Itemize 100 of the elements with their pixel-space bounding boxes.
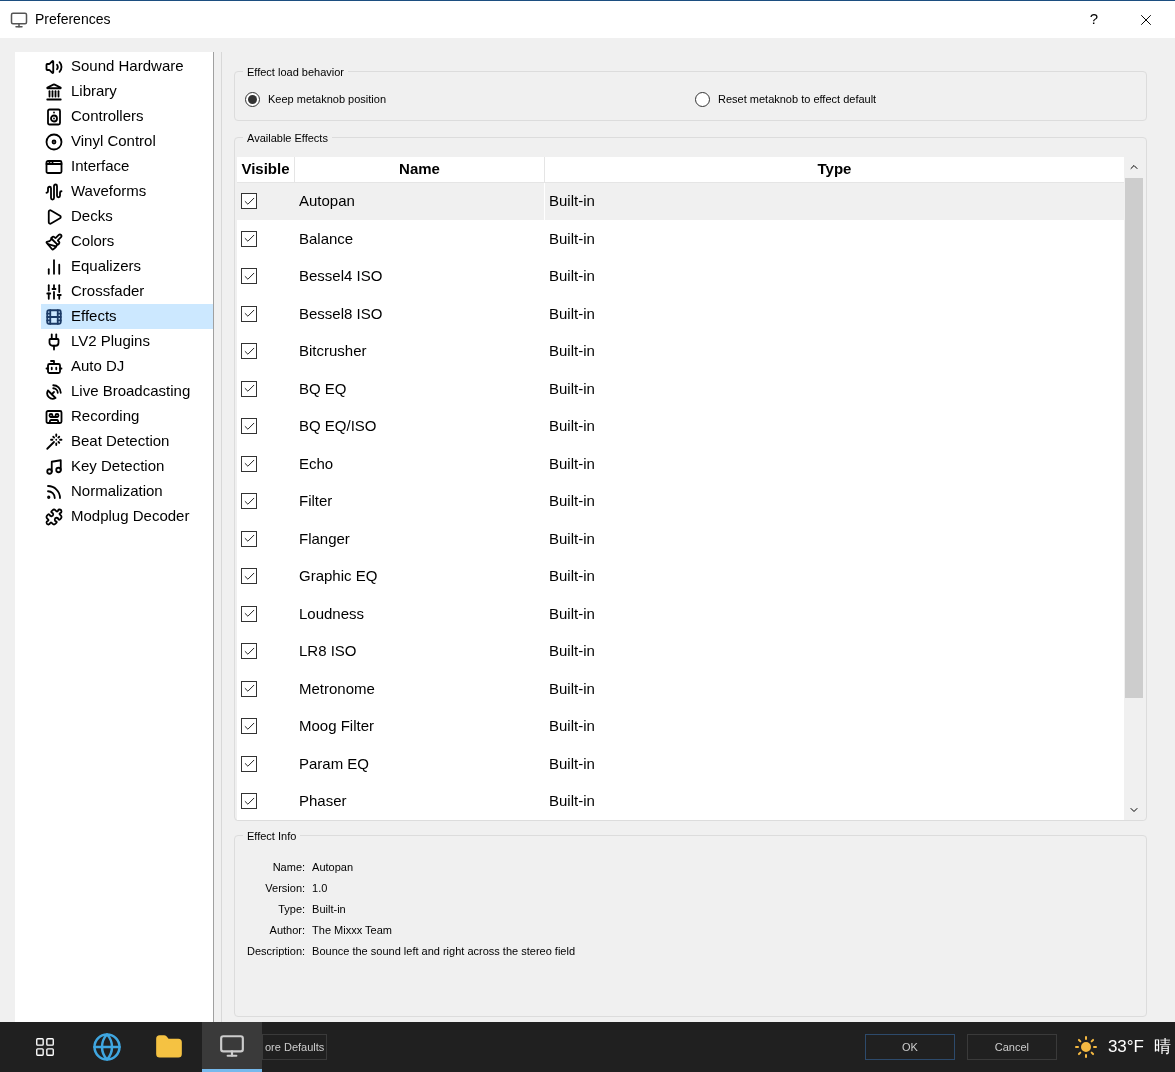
info-label: Version: (264, 881, 306, 896)
info-value: Built-in (312, 902, 347, 917)
table-cell-text: Flanger (298, 528, 351, 549)
puzzle-icon (45, 507, 63, 526)
sidebar-item[interactable]: Modplug Decoder (41, 504, 213, 529)
sidebar-item[interactable]: Live Broadcasting (41, 379, 213, 404)
checkbox[interactable] (241, 343, 257, 360)
window-icon (45, 157, 63, 176)
sidebar-item[interactable]: Controllers (41, 104, 213, 129)
table-cell-text: Metronome (298, 678, 376, 699)
ok-button[interactable]: OK (864, 1034, 955, 1060)
help-button[interactable]: ? (1071, 0, 1117, 39)
checkbox[interactable] (241, 380, 257, 397)
sidebar-label: Waveforms (71, 181, 147, 202)
restore-defaults-button[interactable]: ore Defaults (262, 1034, 328, 1060)
table-row[interactable]: BQ EQ Built-in (237, 370, 1124, 408)
info-label: Name: (271, 860, 306, 875)
taskbar-app-button[interactable] (202, 1022, 262, 1072)
sidebar-item[interactable]: Library (41, 79, 213, 104)
table-row[interactable]: Phaser Built-in (237, 782, 1124, 820)
table-row[interactable]: Graphic EQ Built-in (237, 557, 1124, 595)
sidebar-item[interactable]: LV2 Plugins (41, 329, 213, 354)
sidebar-item[interactable]: Colors (41, 229, 213, 254)
sidebar-item[interactable]: Sound Hardware (41, 54, 213, 79)
checkbox[interactable] (241, 230, 257, 247)
table-cell-text: Built-in (548, 378, 595, 399)
sidebar-item[interactable]: Beat Detection (41, 429, 213, 454)
checkbox[interactable] (241, 493, 257, 510)
cancel-button[interactable]: Cancel (966, 1034, 1057, 1060)
table-row[interactable]: Loudness Built-in (237, 595, 1124, 633)
info-label: Description: (247, 944, 306, 959)
table-row[interactable]: Moog Filter Built-in (237, 707, 1124, 745)
checkbox[interactable] (241, 305, 257, 322)
table-cell-text: Balance (298, 228, 355, 249)
browser-icon[interactable] (92, 1032, 122, 1062)
sidebar-item[interactable]: Decks (41, 204, 213, 229)
table-row[interactable]: Echo Built-in (237, 445, 1124, 483)
checkbox[interactable] (241, 793, 257, 810)
checkbox[interactable] (241, 530, 257, 547)
table-row[interactable]: Flanger Built-in (237, 520, 1124, 558)
checkbox[interactable] (241, 455, 257, 472)
table-cell-text: Built-in (548, 491, 595, 511)
sidebar-item[interactable]: Key Detection (41, 454, 213, 479)
table-row[interactable]: Autopan Built-in (237, 182, 1124, 220)
table-row[interactable]: Bitcrusher Built-in (237, 332, 1124, 370)
speaker-box-icon (45, 107, 63, 126)
folder-icon[interactable] (155, 1033, 183, 1061)
checkbox[interactable] (241, 193, 257, 210)
checkbox[interactable] (241, 680, 257, 697)
building-icon (45, 82, 63, 101)
sidebar-item[interactable]: Recording (41, 404, 213, 429)
checkbox[interactable] (241, 605, 257, 622)
table-cell-text: Built-in (548, 603, 595, 624)
radio-button[interactable] (245, 92, 260, 107)
sidebar-label: Effects (71, 306, 117, 327)
checkbox[interactable] (241, 568, 257, 585)
sidebar-label: Interface (71, 156, 130, 177)
column-header[interactable]: Visible (237, 157, 295, 182)
sun-icon (1073, 1035, 1098, 1059)
table-row[interactable]: Param EQ Built-in (237, 745, 1124, 783)
app-icon (10, 10, 28, 29)
table-cell-text: Built-in (548, 416, 595, 436)
scrollbar[interactable] (1124, 157, 1144, 820)
table-row[interactable]: LR8 ISO Built-in (237, 632, 1124, 670)
checkbox[interactable] (241, 755, 257, 772)
table-row[interactable]: Filter Built-in (237, 482, 1124, 520)
sidebar-item[interactable]: Waveforms (41, 179, 213, 204)
satellite-dish-icon (45, 382, 63, 401)
table-cell-text: Built-in (548, 266, 595, 286)
column-header[interactable]: Name (295, 157, 545, 182)
waveform-icon (45, 182, 63, 201)
table-row[interactable]: Bessel4 ISO Built-in (237, 257, 1124, 295)
checkbox[interactable] (241, 268, 257, 285)
checkbox[interactable] (241, 718, 257, 735)
table-row[interactable]: Balance Built-in (237, 220, 1124, 258)
sidebar-item[interactable]: Auto DJ (41, 354, 213, 379)
sidebar-item[interactable]: Crossfader (41, 279, 213, 304)
task-view-icon[interactable] (34, 1036, 56, 1058)
table-row[interactable]: Bessel8 ISO Built-in (237, 295, 1124, 333)
sidebar-label: Beat Detection (71, 431, 170, 452)
table-cell-text: Bitcrusher (298, 341, 368, 361)
table-cell-text: Built-in (548, 566, 595, 586)
checkbox[interactable] (241, 418, 257, 435)
table-cell-text: Built-in (548, 303, 595, 324)
scrollbar-thumb[interactable] (1125, 178, 1143, 698)
sidebar-item[interactable]: Normalization (41, 479, 213, 504)
checkbox[interactable] (241, 643, 257, 660)
sidebar-item[interactable]: Equalizers (41, 254, 213, 279)
sidebar-label: Controllers (71, 106, 144, 127)
sound-waves-icon (45, 482, 63, 501)
sidebar-item[interactable]: Effects (41, 304, 213, 329)
radio-button[interactable] (695, 92, 710, 107)
column-header[interactable]: Type (545, 157, 1124, 182)
table-row[interactable]: Metronome Built-in (237, 670, 1124, 708)
sidebar-label: Colors (71, 231, 115, 252)
sidebar-item[interactable]: Interface (41, 154, 213, 179)
table-row[interactable]: BQ EQ/ISO Built-in (237, 407, 1124, 445)
table-cell-text: Moog Filter (298, 716, 376, 736)
sidebar-item[interactable]: Vinyl Control (41, 129, 213, 154)
table-cell-text: Built-in (548, 228, 595, 249)
